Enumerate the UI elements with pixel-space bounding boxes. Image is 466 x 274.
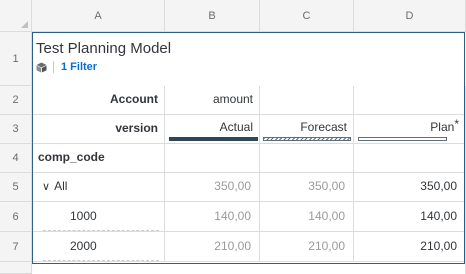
filter-divider	[53, 61, 54, 73]
column-header-c[interactable]: C	[260, 0, 354, 32]
version-forecast-bar	[263, 137, 351, 141]
version-plan-bar	[358, 137, 447, 141]
empty-cell-d4[interactable]	[354, 144, 466, 173]
tree-row-2000[interactable]: 2000	[32, 232, 165, 262]
version-actual-label: Actual	[219, 120, 253, 134]
row-header-3[interactable]: 3	[0, 115, 32, 144]
filter-link[interactable]: 1 Filter	[61, 61, 97, 73]
2000-plan-value[interactable]: 210,00	[354, 232, 466, 262]
column-header-b[interactable]: B	[165, 0, 260, 32]
row-divider-1000	[43, 230, 159, 231]
version-forecast-label: Forecast	[300, 120, 347, 134]
empty-row-8[interactable]	[32, 262, 466, 274]
account-dimension-label[interactable]: Account	[32, 86, 165, 115]
row-header-2[interactable]: 2	[0, 86, 32, 115]
1000-actual-value[interactable]: 140,00	[165, 202, 260, 232]
empty-cell-b4[interactable]	[165, 144, 260, 173]
tree-row-1000[interactable]: 1000	[32, 202, 165, 232]
model-cube-icon	[36, 62, 47, 72]
empty-cell-d2[interactable]	[354, 86, 466, 115]
version-actual-bar	[169, 137, 258, 141]
row-header-1[interactable]: 1	[0, 32, 32, 86]
1000-plan-value[interactable]: 140,00	[354, 202, 466, 232]
version-dimension-label[interactable]: version	[32, 115, 165, 144]
row-header-6[interactable]: 6	[0, 202, 32, 232]
2000-actual-value[interactable]: 210,00	[165, 232, 260, 262]
all-plan-value[interactable]: 350,00	[354, 173, 466, 202]
1000-forecast-value[interactable]: 140,00	[260, 202, 354, 232]
tree-row-all-label: All	[54, 179, 68, 193]
empty-cell-c4[interactable]	[260, 144, 354, 173]
unsaved-changes-marker: *	[454, 117, 459, 131]
account-member-amount[interactable]: amount	[165, 86, 260, 115]
all-forecast-value[interactable]: 350,00	[260, 173, 354, 202]
collapse-chevron-icon[interactable]: ∨	[42, 181, 50, 193]
select-all-corner[interactable]	[0, 0, 32, 32]
column-header-a[interactable]: A	[32, 0, 165, 32]
row-divider-2000	[43, 260, 159, 261]
column-header-d[interactable]: D	[354, 0, 466, 32]
2000-forecast-value[interactable]: 210,00	[260, 232, 354, 262]
comp-code-dimension-label[interactable]: comp_code	[32, 144, 165, 173]
version-plan-label: Plan	[430, 120, 455, 134]
row-header-8[interactable]	[0, 262, 32, 274]
row-header-4[interactable]: 4	[0, 144, 32, 173]
filter-bar: 1 Filter	[36, 60, 97, 74]
table-title: Test Planning Model	[36, 40, 172, 57]
all-actual-value[interactable]: 350,00	[165, 173, 260, 202]
row-header-5[interactable]: 5	[0, 173, 32, 202]
empty-cell-c2[interactable]	[260, 86, 354, 115]
row-header-7[interactable]: 7	[0, 232, 32, 262]
tree-row-all[interactable]: ∨ All	[32, 173, 165, 202]
spreadsheet-grid: A B C D 1 2 3 4 5 6 7 Test Planning Mode…	[0, 0, 466, 274]
